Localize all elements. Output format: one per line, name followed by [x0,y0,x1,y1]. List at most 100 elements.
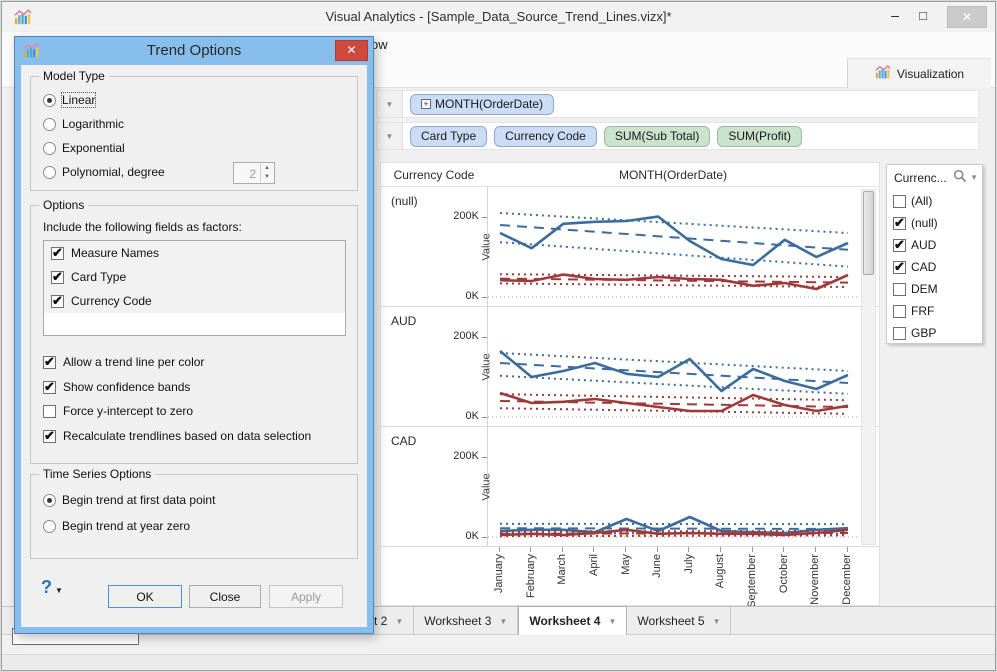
chevron-down-icon[interactable]: ▼ [395,617,403,626]
apply-button[interactable]: Apply [269,585,343,608]
radio-linear[interactable]: Linear [43,92,97,108]
checkbox[interactable] [893,215,906,231]
radio-icon[interactable] [43,493,56,507]
checkbox[interactable] [51,245,64,261]
window-bottom-band [2,654,995,670]
radio-logarithmic[interactable]: Logarithmic [43,117,124,131]
plot-area[interactable] [487,187,860,306]
chevron-down-icon: ▼ [385,131,394,141]
checkbox[interactable] [893,326,906,340]
checkbox-recalculate-trendlines[interactable]: Recalculate trendlines based on data sel… [43,428,311,444]
expand-icon[interactable]: + [421,99,431,109]
x-tick-july: July [681,547,697,574]
x-tick-august: August [712,547,728,588]
checkbox-trend-line-per-color[interactable]: Allow a trend line per color [43,354,204,370]
column-header-label: MONTH(OrderDate) [618,168,727,182]
close-button[interactable]: Close [189,585,261,608]
checkbox[interactable] [51,293,64,309]
columns-shelf: ▼ + MONTH(OrderDate) [376,90,979,118]
app-logo-icon [14,8,32,31]
dialog-logo-icon [23,42,40,64]
x-tick-june: June [649,547,665,578]
spin-down-icon[interactable]: ▼ [261,173,273,182]
scrollbar-thumb[interactable] [863,191,874,275]
checkbox[interactable] [893,304,906,318]
rows-shelf: ▼ Card Type Currency Code SUM(Sub Total)… [376,122,979,150]
checkbox[interactable] [893,282,906,296]
chevron-down-icon[interactable]: ▼ [608,617,616,626]
filter-item-null[interactable]: (null) [887,212,982,234]
pill-month-orderdate[interactable]: + MONTH(OrderDate) [410,93,555,115]
radio-icon[interactable] [43,165,56,179]
y-axis-label: Value [480,352,493,381]
tab-worksheet-3[interactable]: Worksheet 3 ▼ [414,607,519,635]
checkbox[interactable] [43,404,56,418]
checkbox[interactable] [43,428,56,444]
chart-header: Currency Code MONTH(OrderDate) [381,163,879,187]
tab-worksheet-4[interactable]: Worksheet 4 ▼ [518,606,628,635]
checkbox-confidence-bands[interactable]: Show confidence bands [43,379,190,395]
search-icon[interactable] [953,169,967,186]
dialog-close-button[interactable]: ✕ [335,40,368,61]
maximize-button[interactable]: □ [911,4,935,28]
close-window-button[interactable]: ✕ [947,6,987,28]
filter-item-aud[interactable]: AUD [887,234,982,256]
radio-begin-year-zero[interactable]: Begin trend at year zero [43,519,190,533]
spin-up-icon[interactable]: ▲ [261,164,273,173]
radio-icon[interactable] [43,117,56,131]
chevron-down-icon[interactable]: ▼ [713,617,721,626]
shelf-dropdown-button[interactable]: ▼ [377,123,403,149]
checkbox[interactable] [43,354,56,370]
currency-filter-panel: Currenc... ▼ (All) (null) AUD CAD [886,164,983,344]
filter-item-dem[interactable]: DEM [887,278,982,300]
factor-currency-code[interactable]: Currency Code [44,289,345,313]
checkbox[interactable] [893,259,906,275]
factor-card-type[interactable]: Card Type [44,265,345,289]
model-type-group: Model Type Linear Logarithmic Exponentia… [30,69,358,191]
radio-begin-first-data-point[interactable]: Begin trend at first data point [43,493,215,507]
y-axis-label: Value [480,472,493,501]
filter-title: Currenc... [894,170,947,185]
tab-worksheet-5[interactable]: Worksheet 5 ▼ [627,607,732,635]
pill-sum-sub-total[interactable]: SUM(Sub Total) [603,125,711,147]
chevron-down-icon[interactable]: ▼ [970,173,978,182]
x-tick-january: January [491,547,507,593]
plot-area[interactable] [487,427,860,546]
checkbox[interactable] [51,269,64,285]
status-bar [2,634,995,654]
pill-card-type[interactable]: Card Type [410,125,488,147]
filter-item-frf[interactable]: FRF [887,300,982,322]
filter-item-gbp[interactable]: GBP [887,322,982,344]
checkbox[interactable] [893,194,906,208]
checkbox[interactable] [893,237,906,253]
panel-label: CAD [391,434,417,448]
ok-button[interactable]: OK [108,585,182,608]
y-tick-200k: 200K [453,330,479,342]
tab-visualization[interactable]: Visualization [847,58,991,88]
radio-exponential[interactable]: Exponential [43,141,125,155]
factor-measure-names[interactable]: Measure Names [44,241,345,265]
radio-icon[interactable] [43,519,56,533]
checkbox[interactable] [43,379,56,395]
shelf-dropdown-button[interactable]: ▼ [377,91,403,117]
filter-item-all[interactable]: (All) [887,190,982,212]
checkbox-force-y-intercept[interactable]: Force y-intercept to zero [43,404,193,418]
chart-panel-aud: AUD Value 200K 0K [381,307,879,427]
help-button[interactable]: ? ▼ [41,577,63,598]
radio-icon[interactable] [43,141,56,155]
plot-area[interactable] [487,307,860,426]
chart-vertical-scrollbar[interactable] [861,189,876,545]
dialog-titlebar[interactable]: Trend Options ✕ [15,37,373,65]
filter-item-cad[interactable]: CAD [887,256,982,278]
app-window: Visual Analytics - [Sample_Data_Source_T… [1,1,996,671]
pill-sum-profit[interactable]: SUM(Profit) [717,125,803,147]
chevron-down-icon[interactable]: ▼ [499,617,507,626]
degree-spinner[interactable]: 2 ▲ ▼ [233,162,275,184]
pill-currency-code[interactable]: Currency Code [494,125,597,147]
radio-icon[interactable] [43,93,56,107]
x-tick-may: May [618,547,634,575]
factors-listbox[interactable]: Measure Names Card Type Currency Code [43,240,346,336]
radio-polynomial[interactable]: Polynomial, degree [43,165,165,179]
row-header-label: Currency Code [393,168,475,182]
minimize-button[interactable]: – [883,4,907,28]
